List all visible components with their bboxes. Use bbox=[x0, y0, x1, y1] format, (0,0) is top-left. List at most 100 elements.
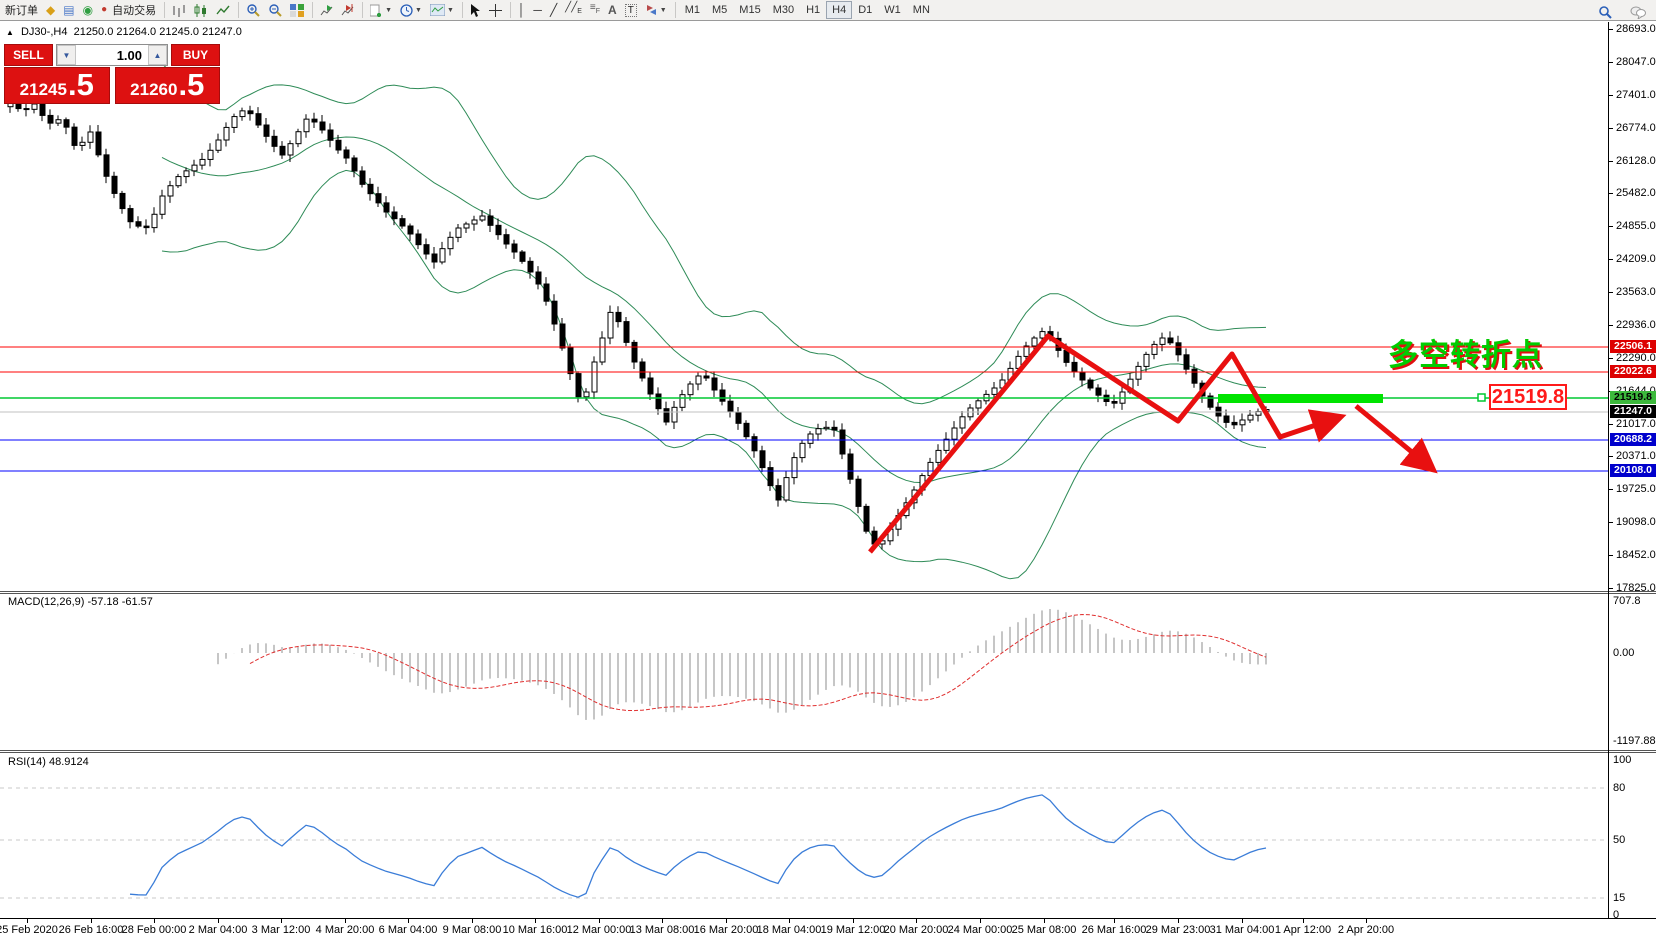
toolbar-buttons: 新订单◆▤◉●自动交易 ▼ ▼ ▼ │─╱╱╱E≡FAT ▼ bbox=[1, 0, 679, 20]
rsi-indicator-panel[interactable] bbox=[0, 753, 1608, 917]
timeframe-m30-button[interactable]: M30 bbox=[767, 1, 800, 19]
navigator-button[interactable]: ◉ bbox=[79, 0, 97, 20]
timeframe-d1-button[interactable]: D1 bbox=[852, 1, 878, 19]
zigzag-trend-arrow[interactable] bbox=[870, 336, 1337, 552]
auto-trading-button[interactable]: ●自动交易 bbox=[97, 0, 160, 20]
market-watch-button[interactable]: ◆ bbox=[42, 0, 59, 20]
sell-button[interactable]: SELL bbox=[4, 44, 53, 66]
candle-body bbox=[272, 136, 277, 146]
trendline-button[interactable]: ╱ bbox=[546, 0, 561, 20]
forecast-down-arrow[interactable] bbox=[1356, 406, 1430, 467]
volume-decrease-button[interactable]: ▼ bbox=[57, 45, 76, 65]
collapse-triangle-icon[interactable]: ▲ bbox=[6, 28, 14, 37]
price-badge-22022.6: 22022.6 bbox=[1610, 365, 1656, 378]
volume-increase-button[interactable]: ▲ bbox=[148, 45, 167, 65]
candle-body bbox=[264, 125, 269, 136]
main-price-chart[interactable] bbox=[0, 22, 1608, 591]
pivot-zone-bar[interactable] bbox=[1218, 394, 1383, 403]
candle-body bbox=[1160, 338, 1165, 344]
candle-body bbox=[440, 249, 445, 262]
candle-body bbox=[304, 119, 309, 132]
candle-body bbox=[432, 254, 437, 262]
templates-button[interactable]: ▼ bbox=[426, 0, 458, 20]
dropdown-caret-icon[interactable]: ▼ bbox=[447, 7, 454, 14]
candle-body bbox=[96, 132, 101, 155]
candle-body bbox=[1112, 402, 1117, 404]
pivot-line-handle[interactable] bbox=[1478, 394, 1485, 401]
dropdown-caret-icon[interactable]: ▼ bbox=[415, 7, 422, 14]
crosshair-button[interactable] bbox=[485, 0, 506, 20]
price-tick-mark bbox=[1609, 358, 1613, 359]
text-button[interactable]: A bbox=[604, 0, 621, 20]
timeframe-m5-button[interactable]: M5 bbox=[706, 1, 733, 19]
timeframe-mn-button[interactable]: MN bbox=[907, 1, 936, 19]
bar-chart-button[interactable] bbox=[168, 0, 190, 20]
text-label-button[interactable]: T bbox=[621, 0, 641, 20]
toolbar-separator bbox=[358, 2, 363, 18]
tile-windows-button[interactable] bbox=[286, 0, 308, 20]
timeframe-w1-button[interactable]: W1 bbox=[878, 1, 907, 19]
candle-body bbox=[472, 220, 477, 224]
candle-body bbox=[296, 132, 301, 144]
timeframe-m15-button[interactable]: M15 bbox=[733, 1, 766, 19]
shapes-button[interactable]: ▼ bbox=[641, 0, 671, 20]
auto-scroll-button[interactable] bbox=[316, 0, 337, 20]
candle-body bbox=[1072, 362, 1077, 372]
fibonacci-button[interactable]: ≡F bbox=[586, 0, 604, 20]
price-tick-label: 28693.0 bbox=[1616, 23, 1656, 35]
horizontal-line-button[interactable]: ─ bbox=[529, 0, 546, 20]
pivot-price-label[interactable]: 21519.8 bbox=[1489, 384, 1567, 410]
line-chart-button[interactable] bbox=[212, 0, 234, 20]
bars-icon bbox=[172, 4, 186, 17]
candle-body bbox=[584, 392, 589, 397]
periods-button[interactable]: ▼ bbox=[396, 0, 426, 20]
timeframe-h1-button[interactable]: H1 bbox=[800, 1, 826, 19]
toolbar-separator bbox=[506, 2, 511, 18]
zoom-out-button[interactable] bbox=[264, 0, 286, 20]
new-order-button[interactable]: 新订单 bbox=[1, 0, 42, 20]
candle-body bbox=[56, 120, 61, 123]
candle-body bbox=[88, 132, 93, 142]
price-tick-mark bbox=[1609, 325, 1613, 326]
indicators-button[interactable]: ▼ bbox=[366, 0, 396, 20]
chat-button[interactable] bbox=[1626, 2, 1650, 22]
candle-body bbox=[640, 362, 645, 378]
cursor-button[interactable] bbox=[466, 0, 485, 20]
macd-splitter[interactable] bbox=[0, 591, 1656, 594]
candle-chart-button[interactable] bbox=[190, 0, 212, 20]
candle-body bbox=[112, 176, 117, 193]
chart-shift-button[interactable] bbox=[337, 0, 358, 20]
macd-indicator-panel[interactable] bbox=[0, 594, 1608, 750]
candle-body bbox=[712, 378, 717, 390]
search-button[interactable] bbox=[1594, 2, 1616, 22]
dropdown-caret-icon[interactable]: ▼ bbox=[660, 7, 667, 14]
rsi-tick-label: 100 bbox=[1613, 754, 1631, 766]
candle-body bbox=[168, 186, 173, 196]
zoom-in-button[interactable] bbox=[242, 0, 264, 20]
bull-bear-turning-point-annotation[interactable]: 多空转折点 bbox=[1388, 330, 1543, 374]
buy-button[interactable]: BUY bbox=[171, 44, 220, 66]
timeframe-m1-button[interactable]: M1 bbox=[679, 1, 706, 19]
buy-price-button[interactable]: 21260 .5 bbox=[115, 67, 221, 104]
dropdown-caret-icon[interactable]: ▼ bbox=[385, 7, 392, 14]
zoomin-icon bbox=[246, 3, 260, 17]
volume-input[interactable] bbox=[76, 45, 148, 65]
timeframe-h4-button[interactable]: H4 bbox=[826, 1, 852, 19]
candle-body bbox=[392, 212, 397, 219]
candle-body bbox=[24, 109, 29, 110]
rsi-splitter[interactable] bbox=[0, 750, 1656, 753]
candle-body bbox=[768, 468, 773, 486]
candle-body bbox=[120, 193, 125, 208]
sell-price-button[interactable]: 21245 .5 bbox=[4, 67, 110, 104]
candle-body bbox=[744, 423, 749, 436]
candle-body bbox=[416, 234, 421, 245]
channel-button[interactable]: ╱╱E bbox=[561, 0, 586, 20]
vertical-line-button[interactable]: │ bbox=[514, 0, 530, 20]
candle-body bbox=[632, 342, 637, 362]
candle-body bbox=[728, 401, 733, 412]
price-tick-label: 22936.0 bbox=[1616, 319, 1656, 331]
candle-body bbox=[616, 312, 621, 321]
candle-body bbox=[680, 395, 685, 408]
cross-icon bbox=[489, 4, 502, 17]
data-window-button[interactable]: ▤ bbox=[59, 0, 78, 20]
